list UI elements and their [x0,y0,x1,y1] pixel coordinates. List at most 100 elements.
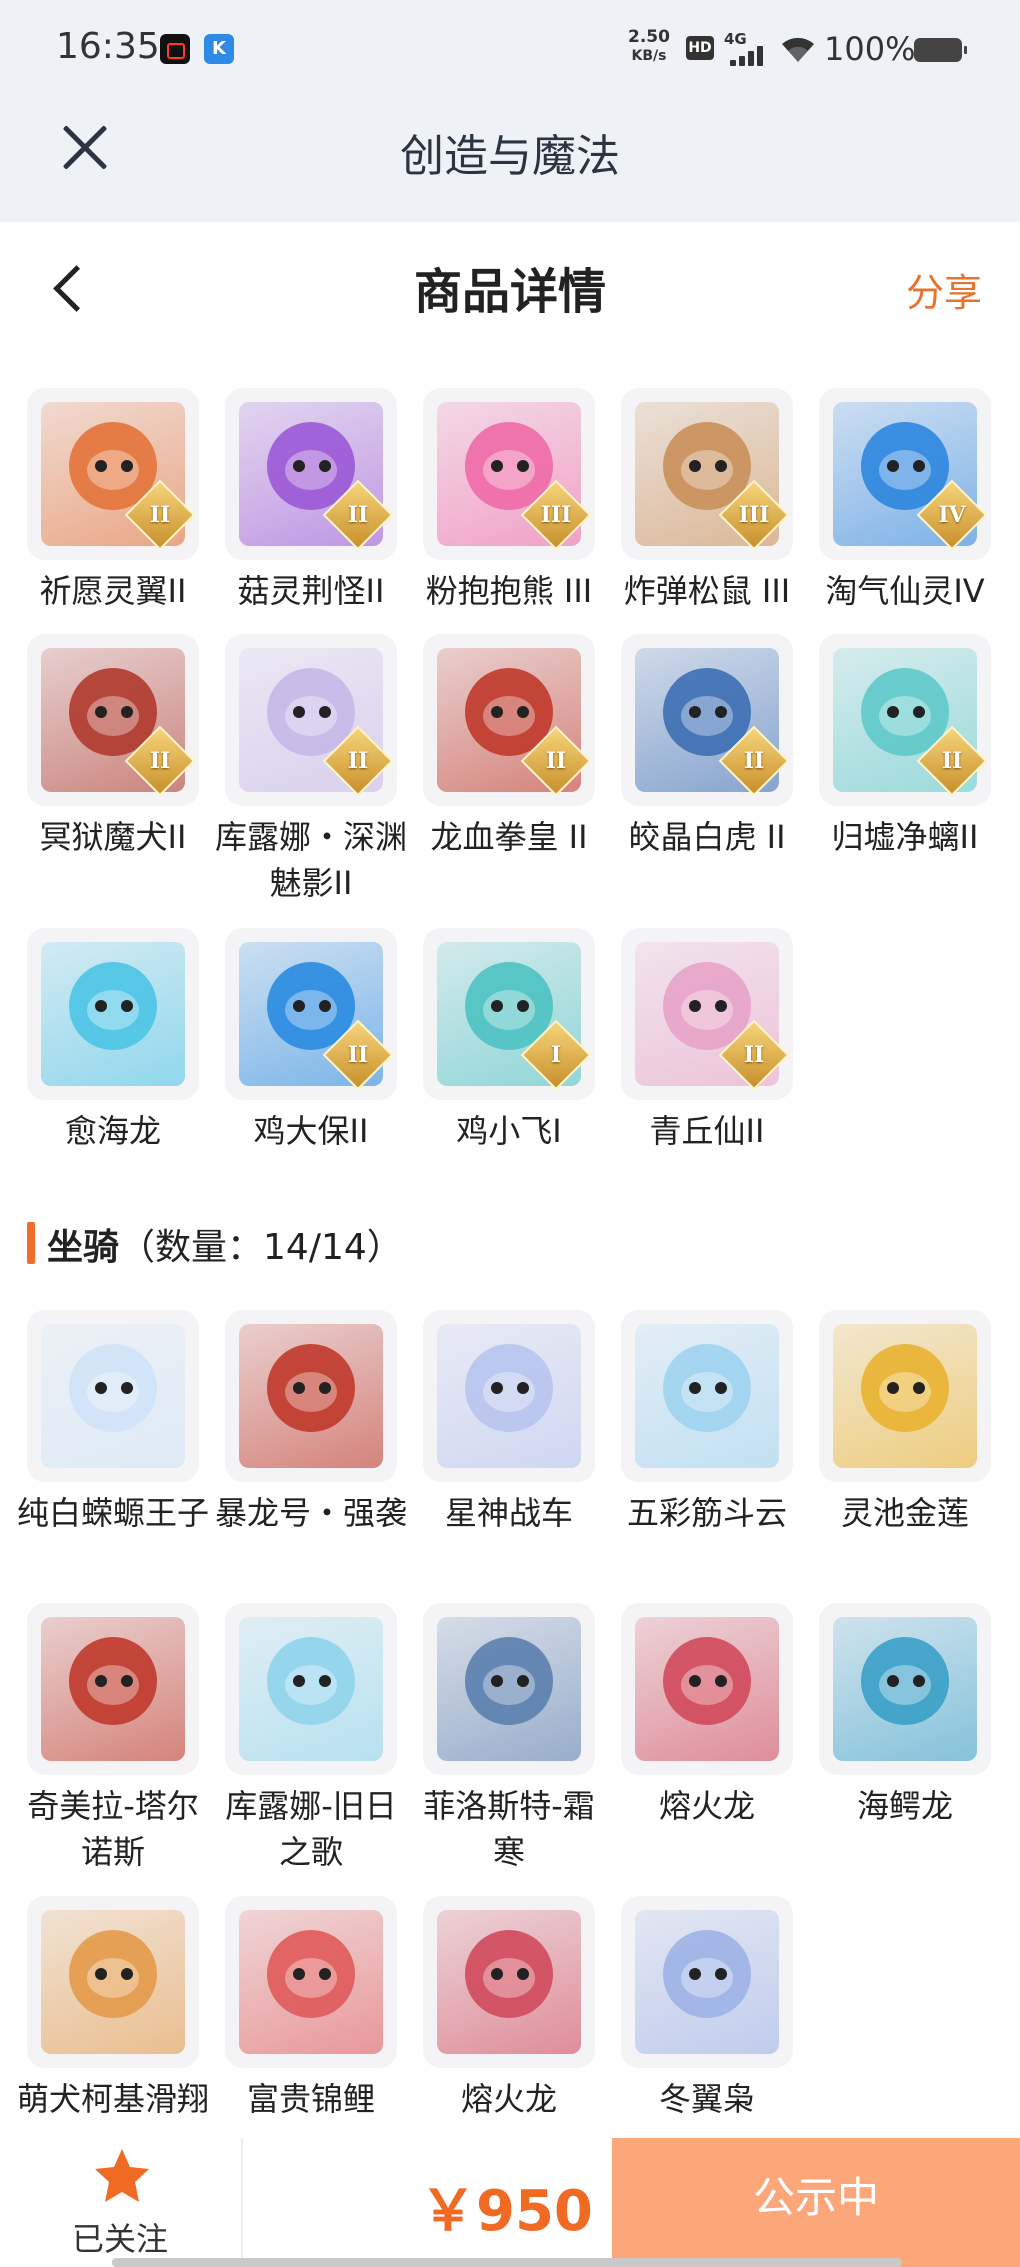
item-thumbnail: IV [819,388,991,560]
mount-item[interactable]: 菲洛斯特-霜寒 [423,1603,595,1875]
pet-item[interactable]: 愈海龙 [27,928,199,1154]
bottom-divider [241,2138,243,2258]
pet-item[interactable]: III 炸弹松鼠 III [621,388,793,614]
item-thumbnail: II [225,928,397,1100]
mount-item[interactable]: 熔火龙 [423,1896,595,2122]
mount-item[interactable]: 萌犬柯基滑翔 [17,1896,209,2122]
status-button[interactable]: 公示中 [612,2138,1020,2267]
pet-item[interactable]: II 归墟净螭II [819,634,991,860]
item-thumbnail [423,1603,595,1775]
chimera-mount-icon [41,1617,185,1761]
tier-label: II [941,748,963,774]
mount-item[interactable]: 灵池金莲 [819,1310,991,1536]
follow-label: 已关注 [71,2220,168,2258]
pet-item[interactable]: III 粉抱抱熊 III [423,388,595,614]
home-indicator [112,2258,902,2267]
pet-item[interactable]: II 鸡大保II [225,928,397,1154]
signal-icon [730,44,770,66]
tier-label: II [347,1042,369,1068]
item-thumbnail [819,1310,991,1482]
item-thumbnail: II [621,928,793,1100]
net-speed-unit: KB/s [631,48,667,64]
item-label: 炸弹松鼠 III [623,572,791,610]
lava-dragon-mount-icon [437,1910,581,2054]
item-label: 星神战车 [444,1494,573,1532]
status-bar: 16:35 K 2.50 KB/s HD 4G 100% [0,0,1020,100]
celestial-horse-mount-icon [437,1324,581,1468]
pet-item[interactable]: II 库露娜・深渊魅影II [215,634,407,906]
pet-item[interactable]: II 冥狱魔犬II [27,634,199,860]
tier-label: II [149,748,171,774]
share-button[interactable]: 分享 [906,262,982,317]
item-label: 冬翼枭 [658,2080,755,2118]
pet-item[interactable]: IV 淘气仙灵IV [819,388,991,614]
lava-dragon-mount-icon [635,1617,779,1761]
pet-item[interactable]: II 菇灵荆怪II [225,388,397,614]
pet-item[interactable]: II 祈愿灵翼II [27,388,199,614]
wifi-icon [782,37,814,62]
item-label: 库露娜-旧日之歌 [225,1787,397,1871]
pet-item[interactable]: II 皎晶白虎 II [621,634,793,860]
corgi-glider-mount-icon [41,1910,185,2054]
mount-item[interactable]: 海鳄龙 [819,1603,991,1829]
item-thumbnail [225,1310,397,1482]
app-bar: 创造与魔法 [0,100,1020,222]
item-label: 菇灵荆怪II [237,572,385,610]
item-label: 愈海龙 [64,1112,161,1150]
frost-dragon-mount-icon [437,1617,581,1761]
item-thumbnail: II [225,388,397,560]
mount-item[interactable]: 奇美拉-塔尔诺斯 [27,1603,199,1875]
mount-item[interactable]: 暴龙号・强袭 [215,1310,407,1536]
mount-item[interactable]: 富贵锦鲤 [225,1896,397,2122]
mount-item[interactable]: 库露娜-旧日之歌 [225,1603,397,1875]
pets-grid: II 祈愿灵翼II II 菇灵荆怪II III 粉抱抱熊 III III 炸弹松鼠 III IV… [27,388,1007,1168]
page-header: 商品详情 分享 [0,222,1020,352]
item-thumbnail [225,1603,397,1775]
mount-item[interactable]: 五彩筋斗云 [621,1310,793,1536]
sea-dragon-pet-icon [41,942,185,1086]
mounts-count: （数量：14/14） [119,1227,403,1268]
tier-label: II [743,748,765,774]
item-label: 鸡大保II [253,1112,369,1150]
item-thumbnail [423,1310,595,1482]
net-speed: 2.50 KB/s [628,28,670,66]
item-thumbnail [819,1603,991,1775]
item-thumbnail: III [621,388,793,560]
item-label: 冥狱魔犬II [39,818,187,856]
item-label: 纯白蝾螈王子 [16,1494,209,1532]
mount-item[interactable]: 熔火龙 [621,1603,793,1829]
section-accent-bar [27,1222,35,1264]
item-thumbnail: II [819,634,991,806]
tier-label: IV [938,502,966,528]
tier-label: I [550,1042,562,1068]
mount-item[interactable]: 纯白蝾螈王子 [17,1310,209,1536]
mount-item[interactable]: 星神战车 [423,1310,595,1536]
net-speed-value: 2.50 [628,27,670,47]
item-label: 粉抱抱熊 III [425,572,593,610]
item-thumbnail: II [27,634,199,806]
item-label: 归墟净螭II [831,818,979,856]
item-label: 青丘仙II [649,1112,765,1150]
tier-label: II [545,748,567,774]
item-label: 鸡小飞I [456,1112,562,1150]
price: ￥950 [420,2179,593,2244]
pet-item[interactable]: II 青丘仙II [621,928,793,1154]
pet-item[interactable]: II 龙血拳皇 II [423,634,595,860]
item-label: 萌犬柯基滑翔 [16,2080,209,2118]
item-label: 富贵锦鲤 [246,2080,375,2118]
mount-item[interactable]: 冬翼枭 [621,1896,793,2122]
item-thumbnail [27,1603,199,1775]
pet-item[interactable]: I 鸡小飞I [423,928,595,1154]
item-thumbnail [27,1310,199,1482]
page-title: 商品详情 [413,264,606,320]
star-icon [95,2149,149,2202]
sea-croc-dragon-mount-icon [833,1617,977,1761]
golden-lotus-mount-icon [833,1324,977,1468]
follow-button[interactable]: 已关注 [0,2138,240,2267]
tier-label: III [738,502,770,528]
winter-owl-mount-icon [635,1910,779,2054]
item-label: 熔火龙 [460,2080,557,2118]
item-label: 暴龙号・强袭 [214,1494,407,1532]
screen-record-icon [160,34,190,64]
koi-mount-icon [239,1910,383,2054]
